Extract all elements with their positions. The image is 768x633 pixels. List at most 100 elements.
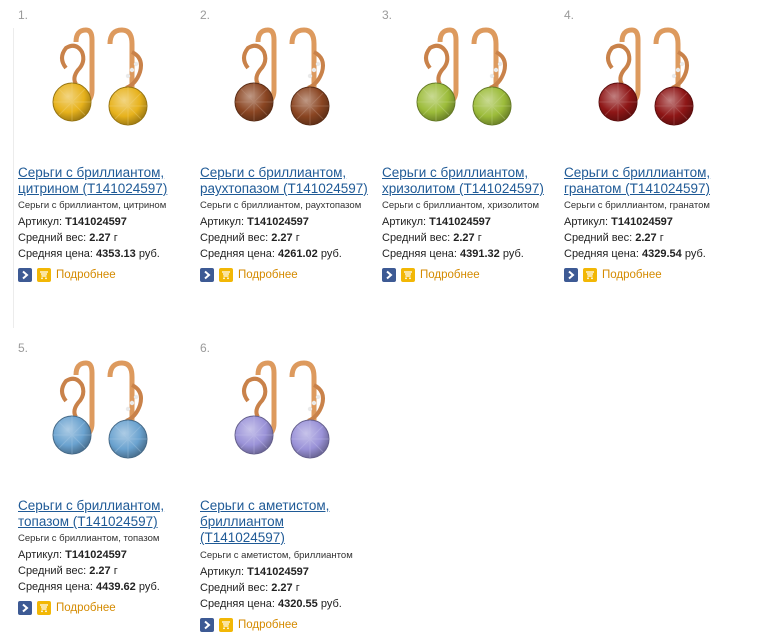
price-currency: руб. xyxy=(502,248,524,260)
article-row: Артикул: Т141024597 xyxy=(200,564,382,580)
title-line: бриллиантом xyxy=(200,514,284,529)
article-label: Артикул: xyxy=(200,216,245,228)
article-label: Артикул: xyxy=(564,216,609,228)
card-actions: Подробнее xyxy=(382,267,564,283)
product-info: Серьги с бриллиантом, раухтопазом Артику… xyxy=(200,199,382,283)
weight-row: Средний вес: 2.27 г xyxy=(564,230,746,246)
price-value: 4439.62 xyxy=(96,581,136,593)
price-row: Средняя цена: 4391.32 руб. xyxy=(382,246,564,262)
article-row: Артикул: Т141024597 xyxy=(18,214,200,230)
weight-label: Средний вес: xyxy=(564,232,633,244)
arrow-right-icon[interactable] xyxy=(564,268,578,282)
weight-row: Средний вес: 2.27 г xyxy=(18,230,200,246)
weight-value: 2.27 xyxy=(89,232,111,244)
weight-label: Средний вес: xyxy=(18,565,87,577)
article-label: Артикул: xyxy=(382,216,427,228)
card-actions: Подробнее xyxy=(200,267,382,283)
product-description: Серьги с бриллиантом, раухтопазом xyxy=(200,200,362,211)
title-line: топазом (Т141024597) xyxy=(18,514,158,529)
price-value: 4320.55 xyxy=(278,598,318,610)
title-line: (Т141024597) xyxy=(200,530,285,545)
title-line: Серьги с бриллиантом, xyxy=(564,165,711,180)
title-line: хризолитом (Т141024597) xyxy=(382,181,544,196)
article-value: Т141024597 xyxy=(429,216,491,228)
product-card: 5. Серьги с бриллиантом, топазом (Т14102… xyxy=(18,341,200,631)
weight-value: 2.27 xyxy=(271,232,293,244)
cart-icon[interactable] xyxy=(219,618,233,632)
details-link[interactable]: Подробнее xyxy=(420,267,480,283)
arrow-right-icon[interactable] xyxy=(200,268,214,282)
product-title-link[interactable]: Серьги с бриллиантом, топазом (Т14102459… xyxy=(18,498,200,530)
title-line: Серьги с аметистом, xyxy=(200,498,330,513)
arrow-right-icon[interactable] xyxy=(18,601,32,615)
product-number: 4. xyxy=(564,8,575,22)
product-description: Серьги с аметистом, бриллиантом xyxy=(200,550,353,561)
article-value: Т141024597 xyxy=(65,216,127,228)
weight-unit: г xyxy=(477,232,482,244)
weight-unit: г xyxy=(295,582,300,594)
details-link[interactable]: Подробнее xyxy=(56,267,116,283)
price-label: Средняя цена: xyxy=(564,248,639,260)
arrow-right-icon[interactable] xyxy=(200,618,214,632)
title-line: цитрином (Т141024597) xyxy=(18,181,168,196)
product-info: Серьги с бриллиантом, гранатом Артикул: … xyxy=(564,199,746,283)
weight-value: 2.27 xyxy=(453,232,475,244)
article-row: Артикул: Т141024597 xyxy=(18,547,200,563)
price-label: Средняя цена: xyxy=(18,581,93,593)
earrings-image[interactable] xyxy=(28,16,180,144)
earrings-image[interactable] xyxy=(574,16,726,144)
cart-icon[interactable] xyxy=(401,268,415,282)
details-link[interactable]: Подробнее xyxy=(56,600,116,616)
details-link[interactable]: Подробнее xyxy=(238,267,298,283)
details-link[interactable]: Подробнее xyxy=(238,617,298,633)
price-row: Средняя цена: 4329.54 руб. xyxy=(564,246,746,262)
product-title-link[interactable]: Серьги с бриллиантом, раухтопазом (Т1410… xyxy=(200,165,382,197)
article-label: Артикул: xyxy=(200,566,245,578)
product-description: Серьги с бриллиантом, цитрином xyxy=(18,200,167,211)
title-line: Серьги с бриллиантом, xyxy=(18,165,165,180)
price-label: Средняя цена: xyxy=(18,248,93,260)
article-label: Артикул: xyxy=(18,549,63,561)
price-currency: руб. xyxy=(138,581,160,593)
product-title-link[interactable]: Серьги с аметистом, бриллиантом (Т1410245… xyxy=(200,498,382,546)
weight-row: Средний вес: 2.27 г xyxy=(200,580,382,596)
product-title-link[interactable]: Серьги с бриллиантом, гранатом (Т1410245… xyxy=(564,165,746,197)
title-line: Серьги с бриллиантом, xyxy=(18,498,165,513)
earrings-image[interactable] xyxy=(210,16,362,144)
weight-unit: г xyxy=(659,232,664,244)
product-title-link[interactable]: Серьги с бриллиантом, хризолитом (Т14102… xyxy=(382,165,564,197)
weight-label: Средний вес: xyxy=(200,232,269,244)
arrow-right-icon[interactable] xyxy=(382,268,396,282)
earrings-image[interactable] xyxy=(392,16,544,144)
cart-icon[interactable] xyxy=(219,268,233,282)
cart-icon[interactable] xyxy=(37,601,51,615)
card-actions: Подробнее xyxy=(18,600,200,616)
weight-label: Средний вес: xyxy=(382,232,451,244)
product-card: 6. Серьги с аметистом, бриллиантом (Т1410… xyxy=(200,341,382,633)
product-number: 5. xyxy=(18,341,29,355)
weight-value: 2.27 xyxy=(271,582,293,594)
cart-icon[interactable] xyxy=(583,268,597,282)
cart-icon[interactable] xyxy=(37,268,51,282)
price-value: 4353.13 xyxy=(96,248,136,260)
price-currency: руб. xyxy=(320,598,342,610)
product-card: 1. Серьги с бриллиантом, цитрином (Т1410… xyxy=(18,8,200,298)
product-number: 6. xyxy=(200,341,211,355)
article-value: Т141024597 xyxy=(247,216,309,228)
title-line: гранатом (Т141024597) xyxy=(564,181,710,196)
article-value: Т141024597 xyxy=(611,216,673,228)
details-link[interactable]: Подробнее xyxy=(602,267,662,283)
product-title-link[interactable]: Серьги с бриллиантом, цитрином (Т1410245… xyxy=(18,165,200,197)
card-actions: Подробнее xyxy=(564,267,746,283)
price-row: Средняя цена: 4320.55 руб. xyxy=(200,596,382,612)
price-label: Средняя цена: xyxy=(200,248,275,260)
card-actions: Подробнее xyxy=(200,617,382,633)
price-row: Средняя цена: 4353.13 руб. xyxy=(18,246,200,262)
product-number: 3. xyxy=(382,8,393,22)
earrings-image[interactable] xyxy=(28,349,180,477)
product-description: Серьги с бриллиантом, гранатом xyxy=(564,200,710,211)
title-line: Серьги с бриллиантом, xyxy=(200,165,347,180)
earrings-image[interactable] xyxy=(210,349,362,477)
article-value: Т141024597 xyxy=(247,566,309,578)
arrow-right-icon[interactable] xyxy=(18,268,32,282)
